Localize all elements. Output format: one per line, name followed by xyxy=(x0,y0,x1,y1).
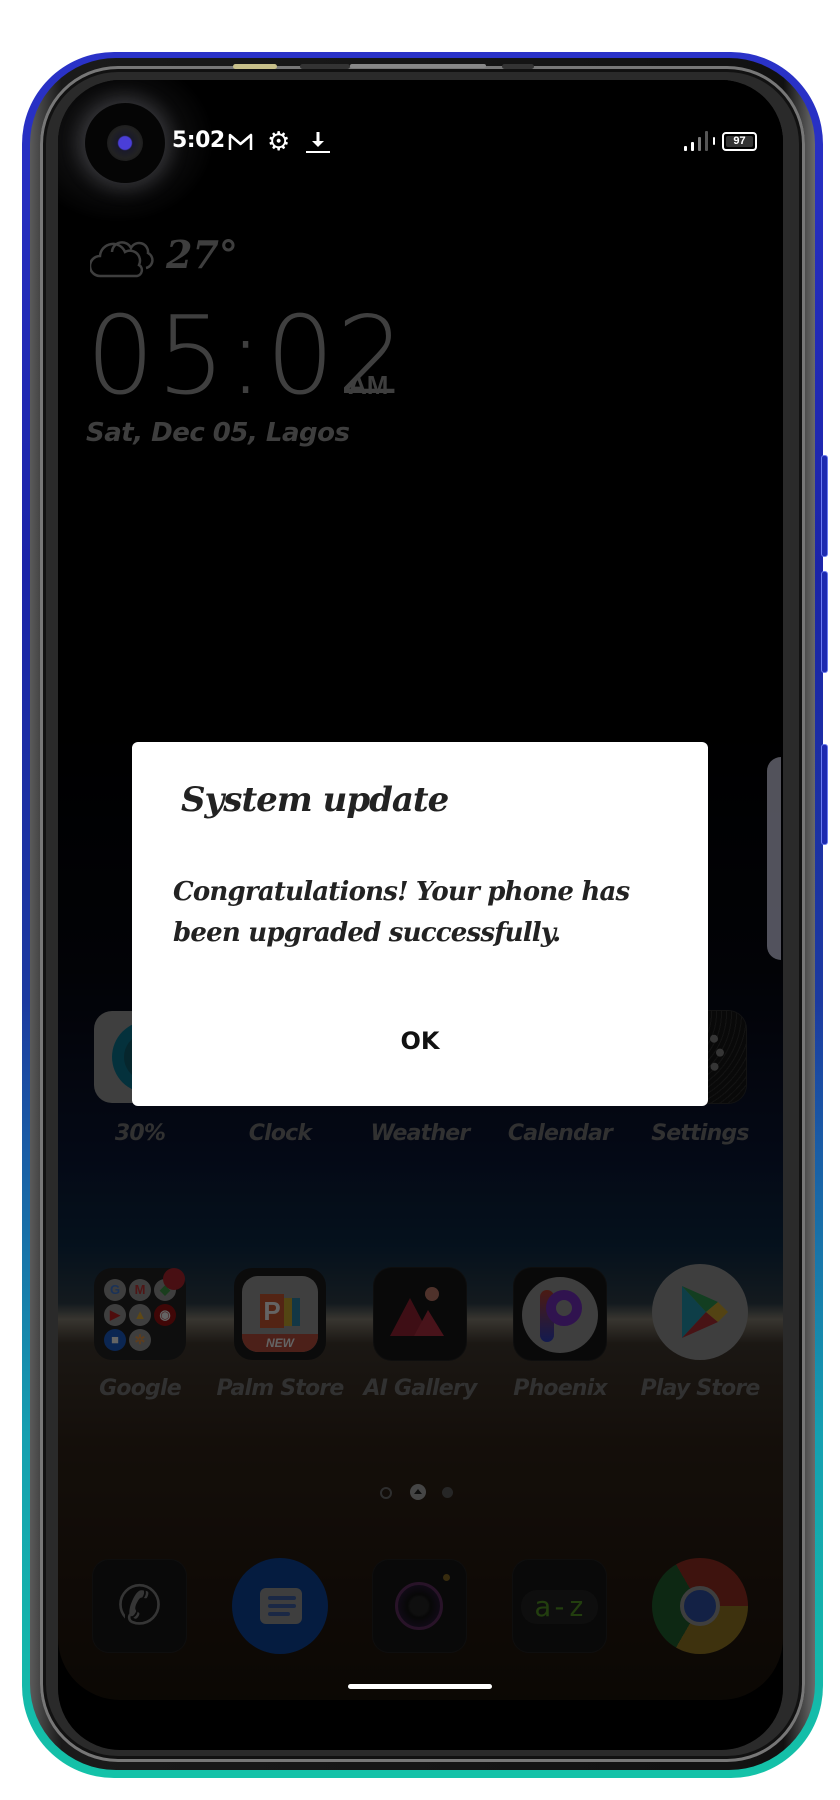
dialog-message: Congratulations! Your phone has been upg… xyxy=(173,877,630,948)
volume-up-button xyxy=(821,455,828,557)
home-gesture-bar[interactable] xyxy=(348,1684,492,1689)
system-update-dialog: System update Congratulations! Your phon… xyxy=(132,742,708,1106)
ok-button[interactable]: OK xyxy=(370,1008,470,1074)
battery-icon: 97 xyxy=(722,132,757,151)
dialog-title: System update xyxy=(181,780,449,820)
edge-panel-handle[interactable] xyxy=(767,757,781,960)
camera-lens xyxy=(107,125,143,161)
earpiece-right xyxy=(502,64,534,69)
gmail-icon xyxy=(228,133,253,150)
volume-down-button xyxy=(821,571,828,673)
sensor xyxy=(233,64,277,69)
screen: 27° 05:02 AM Sat, Dec 05, Lagos 30% Cloc… xyxy=(58,80,783,1750)
earpiece-left xyxy=(300,64,350,69)
speaker-grille xyxy=(350,64,486,68)
power-button xyxy=(821,744,828,845)
signal-icon xyxy=(684,131,715,151)
download-icon xyxy=(306,132,330,153)
gear-icon: ⚙ xyxy=(267,126,291,156)
status-time: 5:02 xyxy=(172,128,225,153)
battery-level: 97 xyxy=(733,135,746,147)
